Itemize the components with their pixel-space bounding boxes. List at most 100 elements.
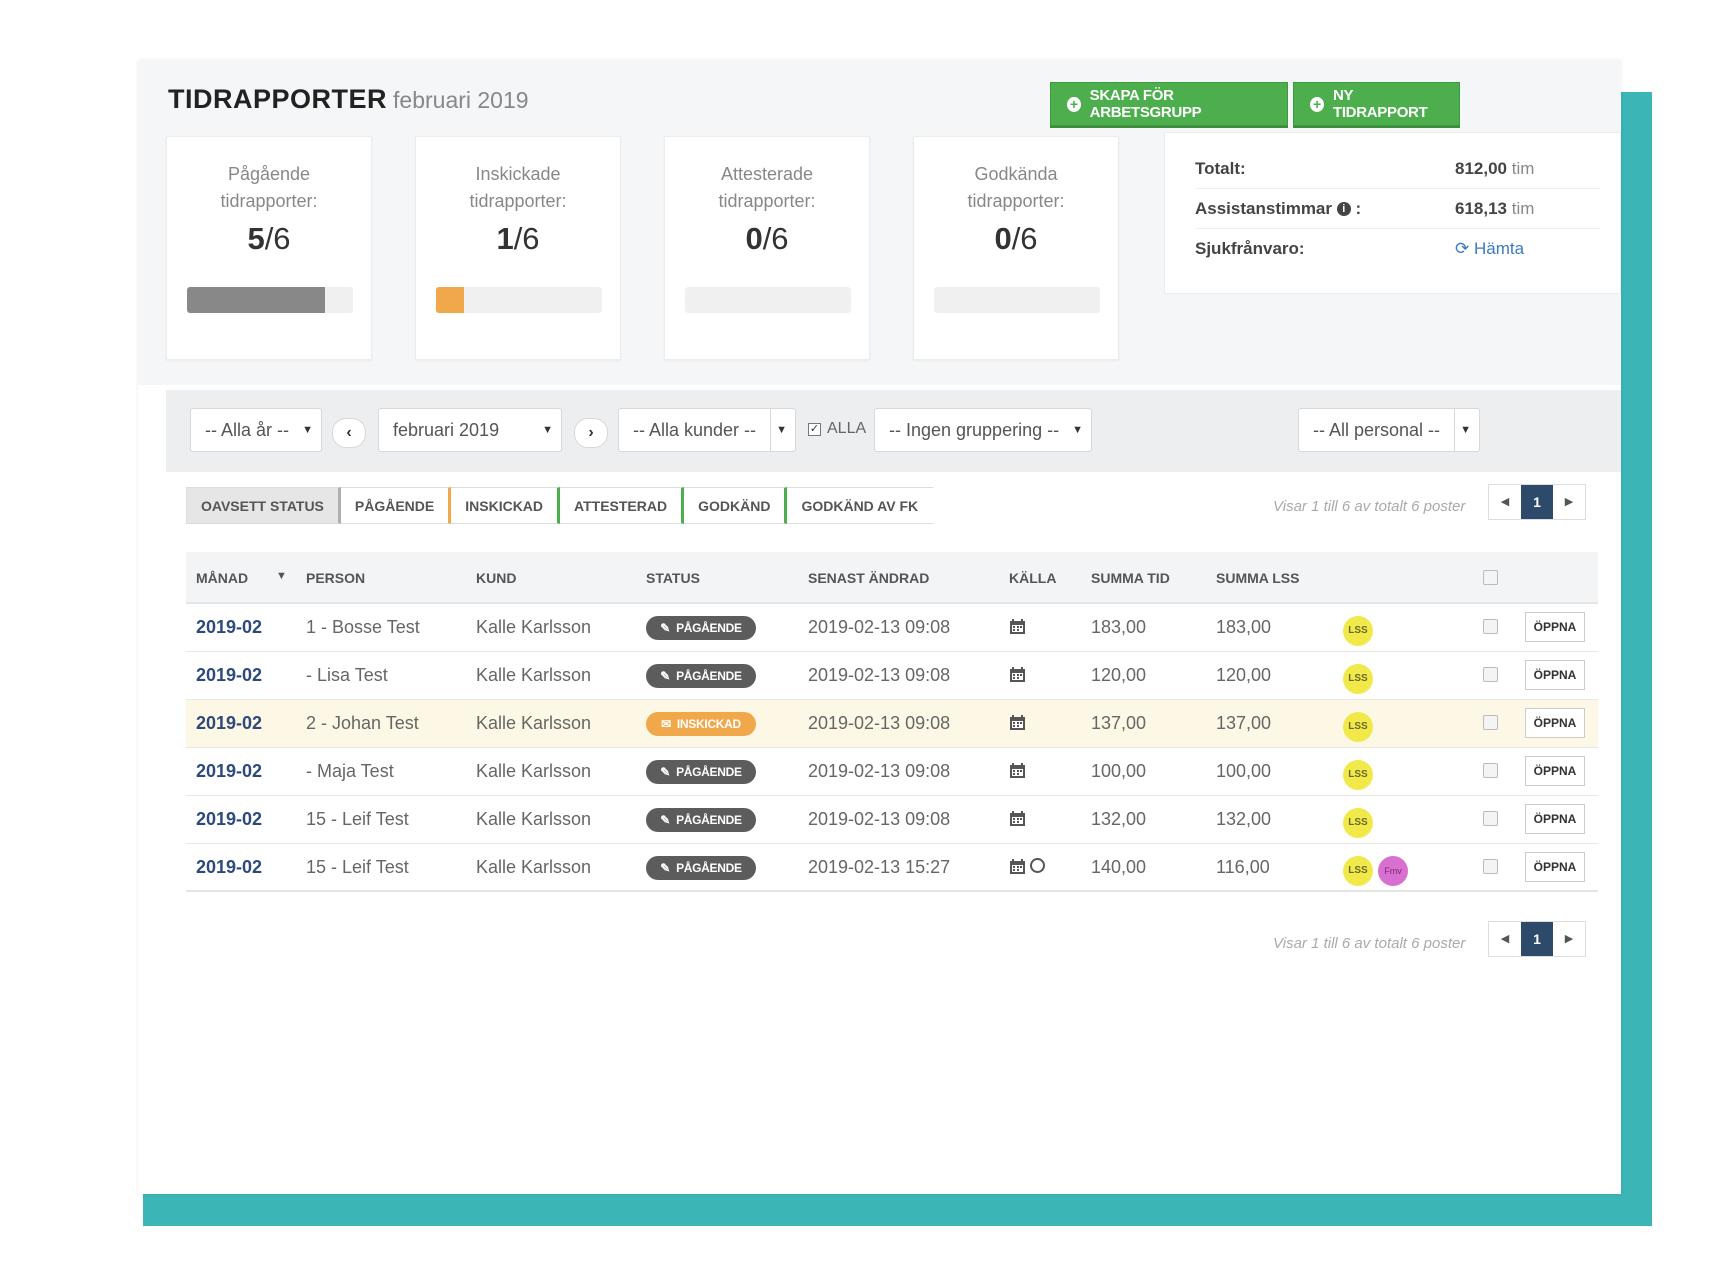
year-select[interactable]: -- Alla år -- ▼ <box>190 408 322 452</box>
filter-bar: -- Alla år -- ▼ ‹ februari 2019 ▼ › -- All… <box>166 390 1621 472</box>
calendar-icon <box>1010 859 1025 874</box>
caret-down-icon: ▼ <box>1072 424 1083 436</box>
row-month-link[interactable]: 2019-02 <box>196 857 262 878</box>
summary-assist-row: Assistanstimmar i : 618,13 tim <box>1195 189 1600 229</box>
grouping-select[interactable]: -- Ingen gruppering -- ▼ <box>874 408 1092 452</box>
next-page-icon[interactable]: ▶ <box>1553 922 1585 956</box>
tab-all-status[interactable]: OAVSETT STATUS <box>186 487 341 524</box>
table-row: 2019-02 15 - Leif Test Kalle Karlsson ✎ P… <box>186 844 1598 892</box>
tab-approved[interactable]: GODKÄND <box>684 487 788 524</box>
new-timereport-button[interactable]: + NY TIDRAPPORT <box>1293 82 1460 126</box>
row-checkbox[interactable] <box>1483 763 1498 778</box>
month-select[interactable]: februari 2019 ▼ <box>378 408 562 452</box>
progress-bar-fill <box>187 287 325 313</box>
calendar-icon <box>1010 763 1025 778</box>
open-button[interactable]: ÖPPNA <box>1525 660 1585 690</box>
open-button[interactable]: ÖPPNA <box>1525 852 1585 882</box>
stat-label: Pågående tidrapporter: <box>220 164 318 211</box>
sort-desc-icon[interactable]: ▼ <box>276 570 287 582</box>
row-month-link[interactable]: 2019-02 <box>196 761 262 782</box>
row-checkbox[interactable] <box>1483 859 1498 874</box>
progress-bar <box>187 287 353 313</box>
select-all-checkbox[interactable] <box>1483 570 1498 585</box>
stat-label: Godkända tidrapporter: <box>967 164 1065 211</box>
prev-month-button[interactable]: ‹ <box>332 418 366 448</box>
col-total-lss[interactable]: SUMMA LSS <box>1216 570 1299 586</box>
col-person[interactable]: PERSON <box>306 570 365 586</box>
create-for-workgroup-button[interactable]: + SKAPA FÖR ARBETSGRUPP <box>1050 82 1288 126</box>
row-checkbox[interactable] <box>1483 715 1498 730</box>
pencil-icon: ✎ <box>660 669 671 683</box>
open-button[interactable]: ÖPPNA <box>1525 708 1585 738</box>
checkbox-checked-icon: ✓ <box>808 422 821 436</box>
next-page-icon[interactable]: ▶ <box>1553 485 1585 519</box>
status-tabs: OAVSETT STATUS PÅGÅENDE INSKICKAD ATTEST… <box>186 487 936 524</box>
caret-down-icon: ▼ <box>1460 424 1471 436</box>
row-total-lss: 120,00 <box>1216 665 1272 685</box>
col-status[interactable]: STATUS <box>646 570 700 586</box>
row-person: - Lisa Test <box>306 665 388 685</box>
next-month-button[interactable]: › <box>574 418 608 448</box>
info-icon[interactable]: i <box>1336 202 1351 217</box>
staff-select[interactable]: -- All personal -- ▼ <box>1298 408 1480 452</box>
pencil-icon: ✎ <box>660 813 671 827</box>
caret-down-icon: ▼ <box>302 424 313 436</box>
page-number[interactable]: 1 <box>1521 922 1553 956</box>
row-last-changed: 2019-02-13 09:08 <box>808 617 951 637</box>
status-badge: ✎ PÅGÅENDE <box>646 856 756 880</box>
table-row: 2019-02 2 - Johan Test Kalle Karlsson ✉ I… <box>186 700 1598 748</box>
tab-attested[interactable]: ATTESTERAD <box>560 487 685 524</box>
open-button[interactable]: ÖPPNA <box>1525 756 1585 786</box>
row-person: - Maja Test <box>306 761 394 781</box>
row-checkbox[interactable] <box>1483 811 1498 826</box>
stat-value: 0/6 <box>994 221 1038 256</box>
caret-down-icon: ▼ <box>776 424 787 436</box>
row-total-time: 183,00 <box>1091 617 1147 637</box>
clock-icon <box>1030 858 1045 873</box>
row-checkbox[interactable] <box>1483 619 1498 634</box>
col-total-time[interactable]: SUMMA TID <box>1091 570 1170 586</box>
stat-value: 1/6 <box>496 221 540 256</box>
stat-card-attested: Attesterade tidrapporter: 0/6 <box>664 136 870 360</box>
stat-label: Attesterade tidrapporter: <box>718 164 816 211</box>
row-customer: Kalle Karlsson <box>476 617 592 637</box>
row-person: 15 - Leif Test <box>306 857 409 877</box>
row-month-link[interactable]: 2019-02 <box>196 809 262 830</box>
open-button[interactable]: ÖPPNA <box>1525 612 1585 642</box>
pencil-icon: ✎ <box>660 621 671 635</box>
fetch-sick-link[interactable]: ⟳ Hämta <box>1455 239 1524 259</box>
row-month-link[interactable]: 2019-02 <box>196 617 262 638</box>
page-number[interactable]: 1 <box>1521 485 1553 519</box>
row-month-link[interactable]: 2019-02 <box>196 665 262 686</box>
row-last-changed: 2019-02-13 09:08 <box>808 665 951 685</box>
row-total-lss: 100,00 <box>1216 761 1272 781</box>
stat-value: 0/6 <box>745 221 789 256</box>
customer-select[interactable]: -- Alla kunder -- ▼ <box>618 408 796 452</box>
tab-ongoing[interactable]: PÅGÅENDE <box>340 487 452 524</box>
row-last-changed: 2019-02-13 09:08 <box>808 713 951 733</box>
row-month-link[interactable]: 2019-02 <box>196 713 262 734</box>
row-last-changed: 2019-02-13 09:08 <box>808 809 951 829</box>
col-month[interactable]: MÅNAD <box>196 570 248 586</box>
pagination-top: ◀ 1 ▶ <box>1488 484 1586 520</box>
prev-page-icon[interactable]: ◀ <box>1489 922 1521 956</box>
plus-circle-icon: + <box>1067 96 1081 112</box>
progress-bar-fill <box>436 287 465 313</box>
col-customer[interactable]: KUND <box>476 570 516 586</box>
row-person: 2 - Johan Test <box>306 713 419 733</box>
summary-card: Totalt: 812,00 tim Assistanstimmar i : 6… <box>1164 132 1621 294</box>
row-total-time: 132,00 <box>1091 809 1147 829</box>
lss-badge: LSS <box>1343 760 1373 790</box>
row-checkbox[interactable] <box>1483 667 1498 682</box>
row-total-time: 137,00 <box>1091 713 1147 733</box>
tab-approved-by-fk[interactable]: GODKÄND AV FK <box>787 487 936 524</box>
row-total-lss: 132,00 <box>1216 809 1272 829</box>
prev-page-icon[interactable]: ◀ <box>1489 485 1521 519</box>
col-last-changed[interactable]: SENAST ÄNDRAD <box>808 570 929 586</box>
tab-submitted[interactable]: INSKICKAD <box>451 487 561 524</box>
status-badge: ✎ PÅGÅENDE <box>646 760 756 784</box>
col-source[interactable]: KÄLLA <box>1009 570 1056 586</box>
open-button[interactable]: ÖPPNA <box>1525 804 1585 834</box>
table-row: 2019-02 - Lisa Test Kalle Karlsson ✎ PÅGÅ… <box>186 652 1598 700</box>
all-customers-checkbox[interactable]: ✓ ALLA <box>808 420 866 438</box>
